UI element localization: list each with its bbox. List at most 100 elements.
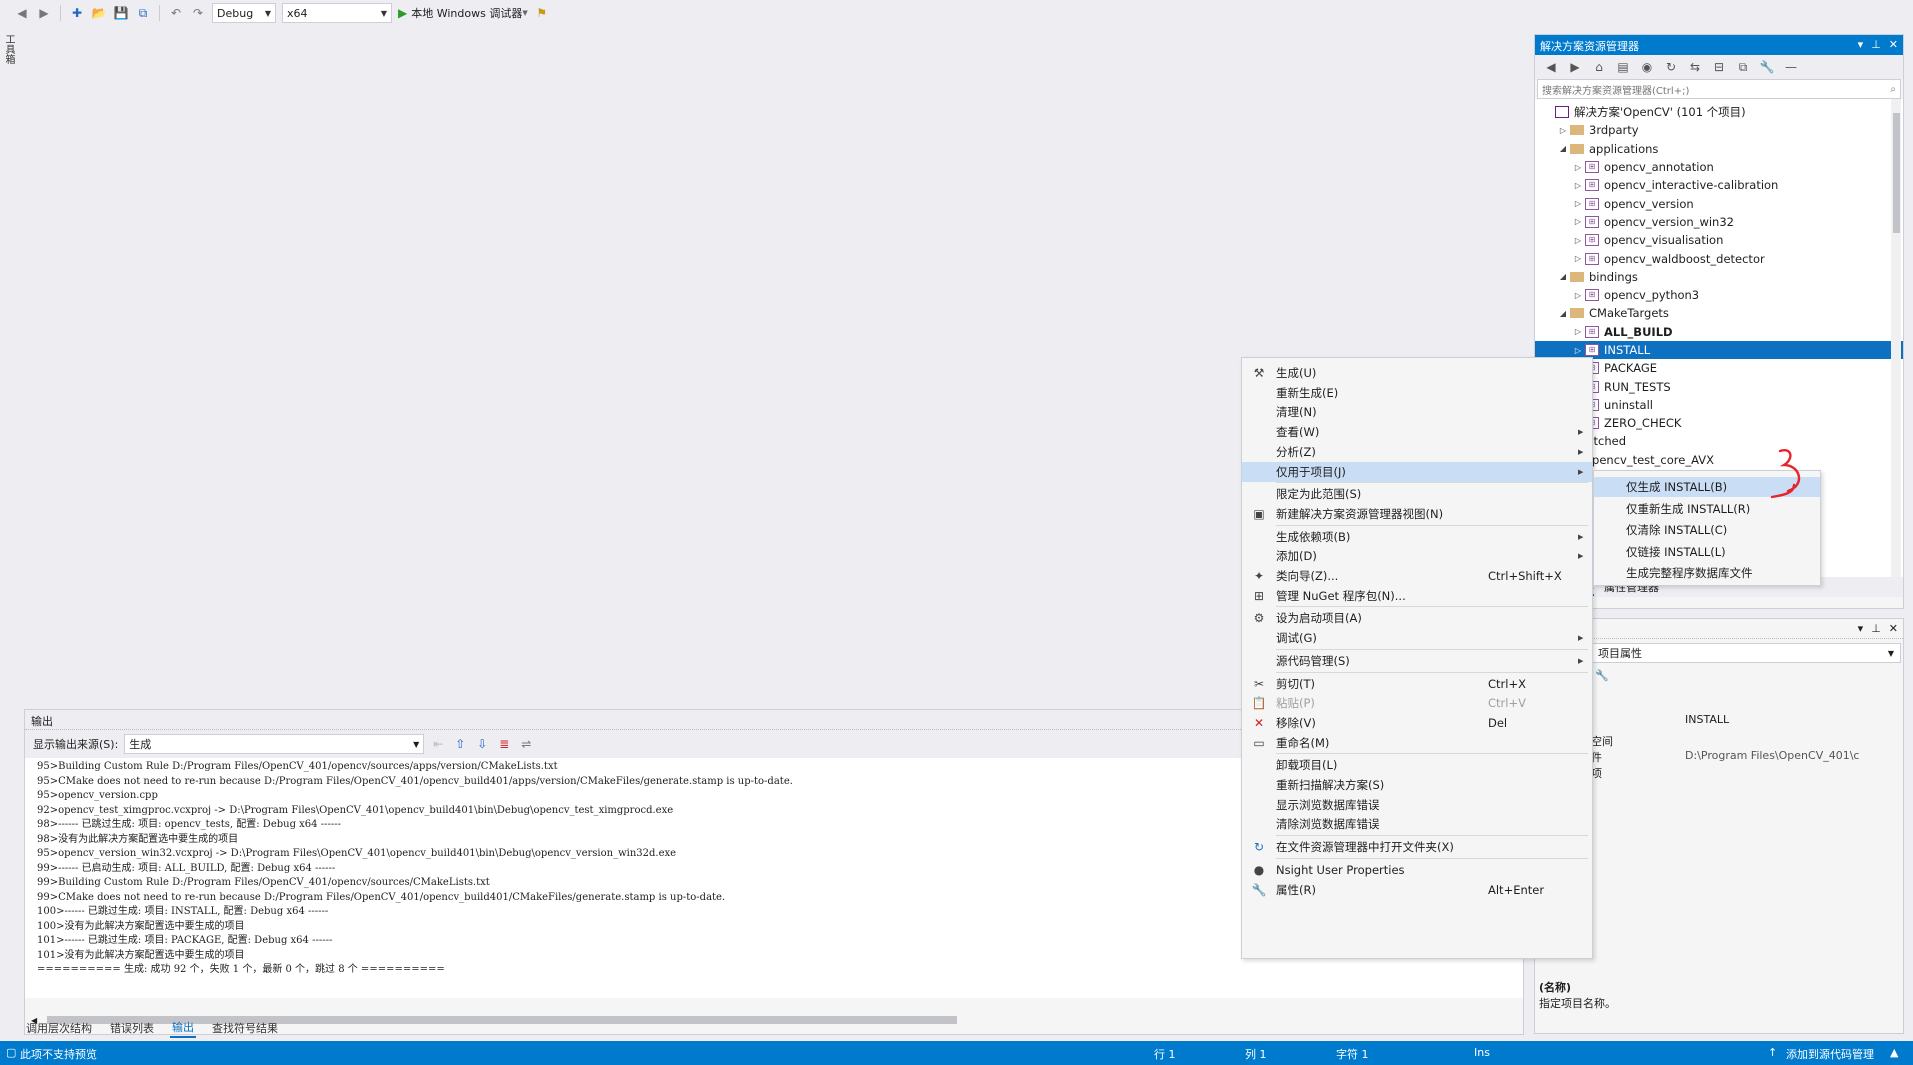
tree-item[interactable]: ▷ ⊞ opencv_interactive-calibration bbox=[1535, 176, 1903, 194]
chevron-down-icon[interactable]: ▾ bbox=[1858, 38, 1864, 52]
save-icon[interactable]: 💾 bbox=[113, 5, 129, 21]
chevron-up-icon[interactable]: ▲ bbox=[1890, 1046, 1898, 1059]
context-menu-item[interactable]: 重新生成(E) bbox=[1242, 383, 1592, 403]
context-menu-item[interactable]: ⚒ 生成(U) bbox=[1242, 363, 1592, 383]
prev-message-icon[interactable]: ⇧ bbox=[452, 736, 468, 752]
context-menu-item[interactable]: 显示浏览数据库错误 bbox=[1242, 795, 1592, 815]
context-menu-item[interactable]: ✕ 移除(V) Del bbox=[1242, 713, 1592, 733]
tree-item[interactable]: ◢ CMakeTargets bbox=[1535, 304, 1903, 322]
expand-arrow-icon[interactable]: ▷ bbox=[1571, 291, 1585, 300]
show-all-files-icon[interactable]: ⧉ bbox=[1735, 59, 1751, 75]
word-wrap-icon[interactable]: ⇌ bbox=[518, 736, 534, 752]
sync-icon[interactable]: ↻ bbox=[1663, 59, 1679, 75]
tree-item[interactable]: ◢ bindings bbox=[1535, 268, 1903, 286]
submenu-item[interactable]: 生成完整程序数据库文件 bbox=[1594, 563, 1820, 583]
new-project-icon[interactable]: ✚ bbox=[69, 5, 85, 21]
bottom-tab[interactable]: 调用层次结构 bbox=[24, 1019, 94, 1037]
tree-item[interactable]: ▷ 3rdparty bbox=[1535, 121, 1903, 139]
scrollbar-thumb[interactable] bbox=[1893, 113, 1900, 233]
context-menu-item[interactable]: 限定为此范围(S) bbox=[1242, 484, 1592, 504]
chevron-down-icon[interactable]: ▾ bbox=[1858, 622, 1864, 635]
context-menu-item[interactable]: 调试(G) ▶ bbox=[1242, 628, 1592, 648]
back-icon[interactable]: ◀ bbox=[1543, 59, 1559, 75]
submenu-item[interactable]: 仅链接 INSTALL(L) bbox=[1594, 542, 1820, 562]
forward-icon[interactable]: ▶ bbox=[36, 5, 52, 21]
expand-arrow-icon[interactable]: ▷ bbox=[1571, 236, 1585, 245]
context-menu-item[interactable]: 分析(Z) ▶ bbox=[1242, 442, 1592, 462]
expand-arrow-icon[interactable]: ▷ bbox=[1571, 163, 1585, 172]
open-icon[interactable]: 📂 bbox=[91, 5, 107, 21]
tree-item[interactable]: ▷ ⊞ opencv_version bbox=[1535, 194, 1903, 212]
close-icon[interactable]: ✕ bbox=[1889, 38, 1898, 52]
minus-icon[interactable]: — bbox=[1783, 59, 1799, 75]
expand-arrow-icon[interactable]: ▷ bbox=[1571, 217, 1585, 226]
expand-arrow-icon[interactable]: ▷ bbox=[1571, 327, 1585, 336]
clear-all-icon[interactable]: ≣ bbox=[496, 736, 512, 752]
run-debugger-button[interactable]: ▶ 本地 Windows 调试器 ▼ bbox=[398, 5, 528, 21]
expand-arrow-icon[interactable]: ◢ bbox=[1556, 144, 1570, 153]
context-menu-item[interactable]: 卸载项目(L) bbox=[1242, 755, 1592, 775]
globe-icon[interactable]: ◉ bbox=[1639, 59, 1655, 75]
context-menu-item[interactable]: ✦ 类向导(Z)... Ctrl+Shift+X bbox=[1242, 566, 1592, 586]
context-menu-item[interactable]: 添加(D) ▶ bbox=[1242, 546, 1592, 566]
undo-icon[interactable]: ↶ bbox=[168, 5, 184, 21]
context-menu-item[interactable]: ▭ 重命名(M) bbox=[1242, 733, 1592, 753]
tree-item[interactable]: ▷ ⊞ ALL_BUILD bbox=[1535, 323, 1903, 341]
toolbox-strip[interactable]: 工具箱 bbox=[0, 30, 16, 80]
next-message-icon[interactable]: ⇩ bbox=[474, 736, 490, 752]
tree-item[interactable]: 解决方案'OpenCV' (101 个项目) bbox=[1535, 103, 1903, 121]
find-icon[interactable]: ⚑ bbox=[534, 5, 550, 21]
expand-arrow-icon[interactable]: ▷ bbox=[1571, 254, 1585, 263]
source-control-button[interactable]: 添加到源代码管理 bbox=[1786, 1046, 1874, 1062]
pin-icon[interactable]: ⊥ bbox=[1871, 38, 1881, 52]
chevron-down-icon[interactable]: ▼ bbox=[522, 9, 527, 17]
close-icon[interactable]: ✕ bbox=[1889, 622, 1898, 635]
tree-item[interactable]: ▷ ⊞ opencv_version_win32 bbox=[1535, 213, 1903, 231]
wrench-icon[interactable]: 🔧 bbox=[1595, 669, 1609, 682]
redo-icon[interactable]: ↷ bbox=[190, 5, 206, 21]
bottom-tab[interactable]: 输出 bbox=[170, 1018, 196, 1038]
back-icon[interactable]: ◀ bbox=[14, 5, 30, 21]
bottom-tab[interactable]: 错误列表 bbox=[108, 1019, 156, 1037]
context-menu-item[interactable]: ↻ 在文件资源管理器中打开文件夹(X) bbox=[1242, 837, 1592, 857]
expand-arrow-icon[interactable]: ▷ bbox=[1571, 199, 1585, 208]
goto-location-icon[interactable]: ⇤ bbox=[430, 736, 446, 752]
context-menu-item[interactable]: 重新扫描解决方案(S) bbox=[1242, 775, 1592, 795]
refresh-icon[interactable]: ⇆ bbox=[1687, 59, 1703, 75]
platform-select[interactable]: x64 ▼ bbox=[282, 3, 392, 23]
forward-icon[interactable]: ▶ bbox=[1567, 59, 1583, 75]
context-menu-item[interactable]: 清理(N) bbox=[1242, 402, 1592, 422]
tree-item[interactable]: ▷ ⊞ opencv_python3 bbox=[1535, 286, 1903, 304]
expand-arrow-icon[interactable]: ◢ bbox=[1556, 309, 1570, 318]
context-menu-item[interactable]: ▣ 新建解决方案资源管理器视图(N) bbox=[1242, 504, 1592, 524]
search-icon[interactable]: ⌕ bbox=[1890, 84, 1896, 95]
save-all-icon[interactable]: ⧉ bbox=[135, 5, 151, 21]
tree-item[interactable]: ▷ ⊞ opencv_waldboost_detector bbox=[1535, 249, 1903, 267]
expand-arrow-icon[interactable]: ▷ bbox=[1571, 346, 1585, 355]
context-menu-item[interactable]: 清除浏览数据库错误 bbox=[1242, 814, 1592, 834]
expand-arrow-icon[interactable]: ▷ bbox=[1556, 126, 1570, 135]
tree-item[interactable]: ◢ applications bbox=[1535, 140, 1903, 158]
expand-arrow-icon[interactable]: ▷ bbox=[1571, 181, 1585, 190]
home-icon[interactable]: ⌂ bbox=[1591, 59, 1607, 75]
context-menu-item[interactable]: ⊞ 管理 NuGet 程序包(N)... bbox=[1242, 586, 1592, 606]
bottom-tab[interactable]: 查找符号结果 bbox=[210, 1019, 280, 1037]
prop-value-name[interactable]: INSTALL bbox=[1685, 713, 1729, 726]
context-menu-item[interactable]: 源代码管理(S) ▶ bbox=[1242, 651, 1592, 671]
switch-views-icon[interactable]: ▤ bbox=[1615, 59, 1631, 75]
context-menu-item[interactable]: 仅用于项目(J) ▶ bbox=[1242, 461, 1592, 482]
output-source-select[interactable]: 生成 ▼ bbox=[124, 734, 425, 754]
config-select[interactable]: Debug ▼ bbox=[212, 3, 276, 23]
submenu-item[interactable]: 仅清除 INSTALL(C) bbox=[1594, 520, 1820, 540]
context-menu-item[interactable]: 🔧 属性(R) Alt+Enter bbox=[1242, 880, 1592, 900]
tree-item[interactable]: ▷ ⊞ opencv_visualisation bbox=[1535, 231, 1903, 249]
solution-tree-scrollbar[interactable] bbox=[1891, 99, 1901, 577]
prop-value-path[interactable]: D:\Program Files\OpenCV_401\c bbox=[1685, 749, 1859, 762]
context-menu-item[interactable]: ⚙ 设为启动项目(A) bbox=[1242, 608, 1592, 628]
tree-item[interactable]: ▷ ⊞ opencv_annotation bbox=[1535, 158, 1903, 176]
context-menu-item[interactable]: 生成依赖项(B) ▶ bbox=[1242, 527, 1592, 547]
context-menu-item[interactable]: ● Nsight User Properties bbox=[1242, 860, 1592, 880]
context-menu-item[interactable]: 查看(W) ▶ bbox=[1242, 422, 1592, 442]
solution-search-input[interactable]: 搜索解决方案资源管理器(Ctrl+;) ⌕ bbox=[1537, 79, 1901, 99]
wrench-icon[interactable]: 🔧 bbox=[1759, 59, 1775, 75]
